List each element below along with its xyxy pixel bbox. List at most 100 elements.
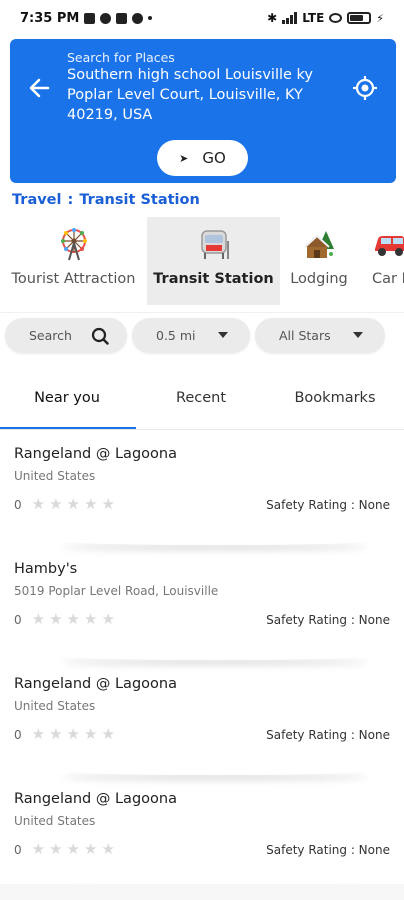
- arrow-right-icon: ➤: [179, 151, 189, 165]
- tab-bookmarks[interactable]: Bookmarks: [268, 372, 402, 430]
- train-station-icon: [200, 230, 229, 259]
- filter-search-label: Search: [29, 328, 72, 343]
- charging-icon: ⚡: [376, 11, 384, 25]
- notification-icon: [100, 12, 112, 24]
- star-rating: 0 ★ ★ ★ ★ ★: [14, 842, 115, 857]
- rating-value: 0: [14, 727, 22, 742]
- star-icon: ★: [84, 840, 98, 858]
- category-label: Car R: [372, 271, 404, 287]
- place-meta: 0 ★ ★ ★ ★ ★ Safety Rating : None: [14, 612, 390, 627]
- star-rating: 0 ★ ★ ★ ★ ★: [14, 727, 115, 742]
- star-icon: ★: [66, 840, 80, 858]
- place-meta: 0 ★ ★ ★ ★ ★ Safety Rating : None: [14, 497, 390, 512]
- breadcrumb-section: Travel: [12, 192, 62, 208]
- star-icon: ★: [66, 725, 80, 743]
- notification-icon: [116, 12, 128, 24]
- list-item[interactable]: Rangeland @ Lagoona United States 0 ★ ★ ★ ★…: [0, 775, 404, 890]
- place-address: United States: [14, 469, 96, 483]
- network-type: LTE: [302, 11, 325, 25]
- item-separator: [60, 537, 370, 545]
- star-icon: ★: [101, 495, 115, 513]
- notification-icon: [84, 12, 96, 24]
- star-rating: 0 ★ ★ ★ ★ ★: [14, 612, 115, 627]
- star-rating: 0 ★ ★ ★ ★ ★: [14, 497, 115, 512]
- list-item[interactable]: Rangeland @ Lagoona United States 0 ★ ★ ★ ★…: [0, 660, 404, 775]
- bluetooth-icon: ✱: [267, 11, 278, 25]
- breadcrumb-separator: :: [67, 192, 74, 208]
- tab-recent[interactable]: Recent: [134, 372, 268, 430]
- star-icon: ★: [101, 725, 115, 743]
- settings-icon: [132, 12, 144, 24]
- search-input[interactable]: Southern high school Louisville ky Popla…: [67, 65, 347, 125]
- place-address: 5019 Poplar Level Road, Louisville: [14, 584, 219, 598]
- safety-rating: Safety Rating : None: [266, 497, 390, 512]
- stars-value: All Stars: [279, 328, 331, 343]
- item-separator: [60, 767, 370, 775]
- category-car-rental[interactable]: Car R: [358, 217, 404, 305]
- cabin-icon: [304, 231, 334, 258]
- distance-value: 0.5 mi: [156, 328, 196, 343]
- tab-near-you[interactable]: Near you: [0, 372, 136, 430]
- more-notifications-icon: [148, 16, 153, 20]
- rating-value: 0: [14, 497, 22, 512]
- category-label: Transit Station: [153, 271, 274, 287]
- status-bar: 7:35 PM ✱ LTE ⚡: [0, 0, 404, 36]
- place-name: Rangeland @ Lagoona: [14, 676, 177, 692]
- wifi-calling-icon: [329, 13, 343, 23]
- star-icon: ★: [31, 495, 46, 513]
- star-icon: ★: [84, 495, 98, 513]
- signal-icon: [282, 12, 298, 24]
- ferris-wheel-icon: [60, 228, 87, 261]
- navigation-bar: [0, 884, 404, 900]
- place-name: Rangeland @ Lagoona: [14, 446, 177, 462]
- stars-select[interactable]: All Stars: [255, 318, 385, 353]
- go-button[interactable]: ➤ GO: [157, 140, 248, 176]
- star-icon: ★: [49, 840, 63, 858]
- place-address: United States: [14, 699, 96, 713]
- star-icon: ★: [84, 610, 98, 628]
- breadcrumb-current: Transit Station: [79, 192, 200, 208]
- item-separator: [60, 652, 370, 660]
- category-lodging[interactable]: Lodging: [280, 217, 358, 305]
- arrow-left-icon[interactable]: [28, 77, 52, 101]
- divider: [0, 312, 404, 313]
- star-icon: ★: [84, 725, 98, 743]
- breadcrumb: Travel : Transit Station: [12, 192, 200, 208]
- my-location-icon[interactable]: [352, 75, 378, 101]
- status-left: 7:35 PM: [20, 10, 153, 26]
- distance-select[interactable]: 0.5 mi: [132, 318, 250, 353]
- star-icon: ★: [101, 610, 115, 628]
- safety-rating: Safety Rating : None: [266, 612, 390, 627]
- place-meta: 0 ★ ★ ★ ★ ★ Safety Rating : None: [14, 842, 390, 857]
- star-icon: ★: [31, 725, 46, 743]
- status-time: 7:35 PM: [20, 10, 80, 26]
- list-item[interactable]: Rangeland @ Lagoona United States 0 ★ ★ ★ ★…: [0, 430, 404, 545]
- list-tabs: Near you Recent Bookmarks: [0, 372, 404, 430]
- star-icon: ★: [101, 840, 115, 858]
- place-name: Hamby's: [14, 561, 78, 577]
- place-address: United States: [14, 814, 96, 828]
- search-header: Search for Places Southern high school L…: [10, 39, 396, 183]
- places-list: Rangeland @ Lagoona United States 0 ★ ★ ★ ★…: [0, 430, 404, 890]
- chevron-down-icon: [218, 332, 228, 338]
- category-label: Lodging: [290, 271, 348, 287]
- battery-icon: [347, 12, 372, 24]
- category-tourist-attraction[interactable]: Tourist Attraction: [0, 217, 147, 305]
- search-icon: [91, 327, 109, 345]
- star-icon: ★: [31, 610, 46, 628]
- star-icon: ★: [49, 725, 63, 743]
- filter-search-button[interactable]: Search: [5, 318, 127, 353]
- chevron-down-icon: [353, 332, 363, 338]
- car-icon: [375, 236, 404, 256]
- star-icon: ★: [31, 840, 46, 858]
- list-item[interactable]: Hamby's 5019 Poplar Level Road, Louisvil…: [0, 545, 404, 660]
- safety-rating: Safety Rating : None: [266, 842, 390, 857]
- status-right: ✱ LTE ⚡: [267, 11, 384, 25]
- place-name: Rangeland @ Lagoona: [14, 791, 177, 807]
- category-bar: Tourist Attraction Transit Station Lodgi…: [0, 217, 404, 305]
- star-icon: ★: [49, 495, 63, 513]
- category-label: Tourist Attraction: [11, 271, 136, 287]
- star-icon: ★: [49, 610, 63, 628]
- category-transit-station[interactable]: Transit Station: [147, 217, 280, 305]
- filter-bar: Search 0.5 mi All Stars: [5, 318, 399, 354]
